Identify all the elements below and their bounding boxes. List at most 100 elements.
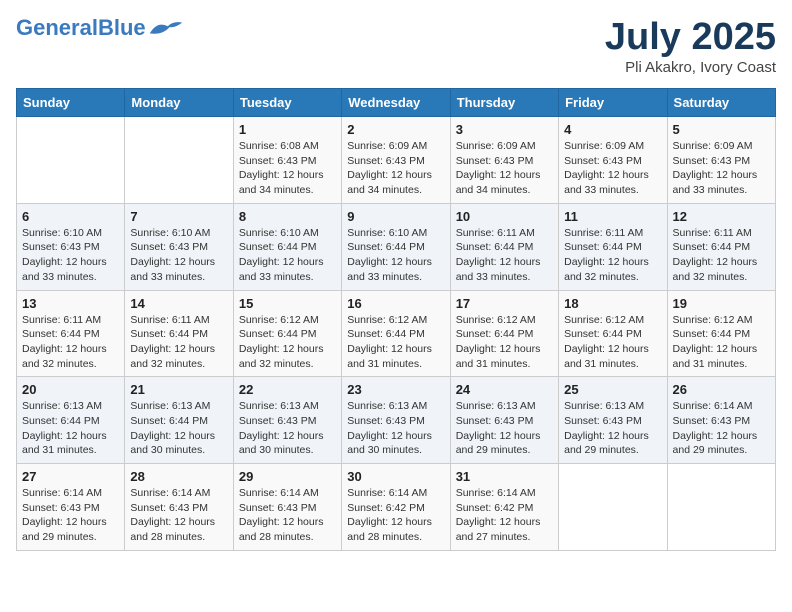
day-number: 15 [239, 296, 336, 311]
calendar-cell: 27 Sunrise: 6:14 AM Sunset: 6:43 PM Dayli… [17, 464, 125, 551]
calendar-cell: 24 Sunrise: 6:13 AM Sunset: 6:43 PM Dayli… [450, 377, 558, 464]
calendar-cell [17, 117, 125, 204]
day-detail: Sunrise: 6:12 AM Sunset: 6:44 PM Dayligh… [673, 313, 770, 372]
weekday-header-wednesday: Wednesday [342, 89, 450, 117]
day-number: 17 [456, 296, 553, 311]
calendar-week-1: 1 Sunrise: 6:08 AM Sunset: 6:43 PM Daylig… [17, 117, 776, 204]
calendar-table: SundayMondayTuesdayWednesdayThursdayFrid… [16, 88, 776, 551]
day-number: 30 [347, 469, 444, 484]
weekday-header-saturday: Saturday [667, 89, 775, 117]
weekday-header-thursday: Thursday [450, 89, 558, 117]
title-block: July 2025 Pli Akakro, Ivory Coast [605, 16, 776, 76]
day-detail: Sunrise: 6:10 AM Sunset: 6:43 PM Dayligh… [130, 226, 227, 285]
day-number: 10 [456, 209, 553, 224]
day-detail: Sunrise: 6:14 AM Sunset: 6:43 PM Dayligh… [239, 486, 336, 545]
calendar-cell: 19 Sunrise: 6:12 AM Sunset: 6:44 PM Dayli… [667, 290, 775, 377]
calendar-week-2: 6 Sunrise: 6:10 AM Sunset: 6:43 PM Daylig… [17, 203, 776, 290]
day-number: 24 [456, 382, 553, 397]
day-detail: Sunrise: 6:14 AM Sunset: 6:42 PM Dayligh… [347, 486, 444, 545]
day-number: 22 [239, 382, 336, 397]
day-number: 6 [22, 209, 119, 224]
day-detail: Sunrise: 6:11 AM Sunset: 6:44 PM Dayligh… [130, 313, 227, 372]
day-number: 26 [673, 382, 770, 397]
calendar-cell: 7Sunrise: 6:10 AM Sunset: 6:43 PM Daylig… [125, 203, 233, 290]
calendar-cell: 12Sunrise: 6:11 AM Sunset: 6:44 PM Dayli… [667, 203, 775, 290]
logo: GeneralBlue [16, 16, 184, 40]
day-detail: Sunrise: 6:14 AM Sunset: 6:43 PM Dayligh… [130, 486, 227, 545]
calendar-week-5: 27 Sunrise: 6:14 AM Sunset: 6:43 PM Dayli… [17, 464, 776, 551]
calendar-cell: 6 Sunrise: 6:10 AM Sunset: 6:43 PM Daylig… [17, 203, 125, 290]
location: Pli Akakro, Ivory Coast [605, 59, 776, 76]
calendar-cell: 13 Sunrise: 6:11 AM Sunset: 6:44 PM Dayli… [17, 290, 125, 377]
day-number: 18 [564, 296, 661, 311]
calendar-cell: 20Sunrise: 6:13 AM Sunset: 6:44 PM Dayli… [17, 377, 125, 464]
day-detail: Sunrise: 6:13 AM Sunset: 6:44 PM Dayligh… [22, 399, 119, 458]
day-number: 8 [239, 209, 336, 224]
logo-blue: Blue [98, 15, 146, 40]
day-detail: Sunrise: 6:09 AM Sunset: 6:43 PM Dayligh… [564, 139, 661, 198]
weekday-header-friday: Friday [559, 89, 667, 117]
calendar-cell: 21 Sunrise: 6:13 AM Sunset: 6:44 PM Dayli… [125, 377, 233, 464]
month-title: July 2025 [605, 16, 776, 59]
day-detail: Sunrise: 6:08 AM Sunset: 6:43 PM Dayligh… [239, 139, 336, 198]
calendar-cell: 31 Sunrise: 6:14 AM Sunset: 6:42 PM Dayli… [450, 464, 558, 551]
day-detail: Sunrise: 6:12 AM Sunset: 6:44 PM Dayligh… [347, 313, 444, 372]
day-detail: Sunrise: 6:10 AM Sunset: 6:44 PM Dayligh… [239, 226, 336, 285]
calendar-cell: 18 Sunrise: 6:12 AM Sunset: 6:44 PM Dayli… [559, 290, 667, 377]
day-number: 23 [347, 382, 444, 397]
calendar-cell: 5Sunrise: 6:09 AM Sunset: 6:43 PM Daylig… [667, 117, 775, 204]
calendar-cell: 14 Sunrise: 6:11 AM Sunset: 6:44 PM Dayli… [125, 290, 233, 377]
day-detail: Sunrise: 6:12 AM Sunset: 6:44 PM Dayligh… [456, 313, 553, 372]
day-number: 14 [130, 296, 227, 311]
calendar-cell: 4Sunrise: 6:09 AM Sunset: 6:43 PM Daylig… [559, 117, 667, 204]
weekday-header-tuesday: Tuesday [233, 89, 341, 117]
day-detail: Sunrise: 6:13 AM Sunset: 6:44 PM Dayligh… [130, 399, 227, 458]
day-number: 13 [22, 296, 119, 311]
day-number: 21 [130, 382, 227, 397]
day-detail: Sunrise: 6:14 AM Sunset: 6:42 PM Dayligh… [456, 486, 553, 545]
day-detail: Sunrise: 6:13 AM Sunset: 6:43 PM Dayligh… [456, 399, 553, 458]
calendar-week-4: 20Sunrise: 6:13 AM Sunset: 6:44 PM Dayli… [17, 377, 776, 464]
calendar-cell: 10Sunrise: 6:11 AM Sunset: 6:44 PM Dayli… [450, 203, 558, 290]
day-number: 5 [673, 122, 770, 137]
day-number: 25 [564, 382, 661, 397]
calendar-week-3: 13 Sunrise: 6:11 AM Sunset: 6:44 PM Dayli… [17, 290, 776, 377]
day-number: 27 [22, 469, 119, 484]
day-detail: Sunrise: 6:12 AM Sunset: 6:44 PM Dayligh… [564, 313, 661, 372]
day-detail: Sunrise: 6:12 AM Sunset: 6:44 PM Dayligh… [239, 313, 336, 372]
day-detail: Sunrise: 6:10 AM Sunset: 6:44 PM Dayligh… [347, 226, 444, 285]
day-number: 1 [239, 122, 336, 137]
calendar-cell: 22 Sunrise: 6:13 AM Sunset: 6:43 PM Dayli… [233, 377, 341, 464]
day-detail: Sunrise: 6:11 AM Sunset: 6:44 PM Dayligh… [22, 313, 119, 372]
day-detail: Sunrise: 6:14 AM Sunset: 6:43 PM Dayligh… [22, 486, 119, 545]
weekday-header-sunday: Sunday [17, 89, 125, 117]
calendar-cell: 29Sunrise: 6:14 AM Sunset: 6:43 PM Dayli… [233, 464, 341, 551]
calendar-cell [125, 117, 233, 204]
calendar-cell [559, 464, 667, 551]
day-number: 16 [347, 296, 444, 311]
logo-bird-icon [148, 17, 184, 39]
day-number: 19 [673, 296, 770, 311]
calendar-cell: 15 Sunrise: 6:12 AM Sunset: 6:44 PM Dayli… [233, 290, 341, 377]
calendar-cell [667, 464, 775, 551]
weekday-header-monday: Monday [125, 89, 233, 117]
day-detail: Sunrise: 6:13 AM Sunset: 6:43 PM Dayligh… [239, 399, 336, 458]
day-detail: Sunrise: 6:10 AM Sunset: 6:43 PM Dayligh… [22, 226, 119, 285]
calendar-cell: 3 Sunrise: 6:09 AM Sunset: 6:43 PM Daylig… [450, 117, 558, 204]
calendar-cell: 23Sunrise: 6:13 AM Sunset: 6:43 PM Dayli… [342, 377, 450, 464]
calendar-cell: 8 Sunrise: 6:10 AM Sunset: 6:44 PM Daylig… [233, 203, 341, 290]
day-detail: Sunrise: 6:11 AM Sunset: 6:44 PM Dayligh… [564, 226, 661, 285]
day-detail: Sunrise: 6:13 AM Sunset: 6:43 PM Dayligh… [564, 399, 661, 458]
calendar-cell: 1 Sunrise: 6:08 AM Sunset: 6:43 PM Daylig… [233, 117, 341, 204]
calendar-cell: 25 Sunrise: 6:13 AM Sunset: 6:43 PM Dayli… [559, 377, 667, 464]
day-number: 9 [347, 209, 444, 224]
day-number: 3 [456, 122, 553, 137]
day-number: 31 [456, 469, 553, 484]
calendar-cell: 26Sunrise: 6:14 AM Sunset: 6:43 PM Dayli… [667, 377, 775, 464]
day-detail: Sunrise: 6:09 AM Sunset: 6:43 PM Dayligh… [456, 139, 553, 198]
day-number: 12 [673, 209, 770, 224]
calendar-cell: 16 Sunrise: 6:12 AM Sunset: 6:44 PM Dayli… [342, 290, 450, 377]
day-number: 28 [130, 469, 227, 484]
calendar-cell: 2Sunrise: 6:09 AM Sunset: 6:43 PM Daylig… [342, 117, 450, 204]
day-number: 2 [347, 122, 444, 137]
